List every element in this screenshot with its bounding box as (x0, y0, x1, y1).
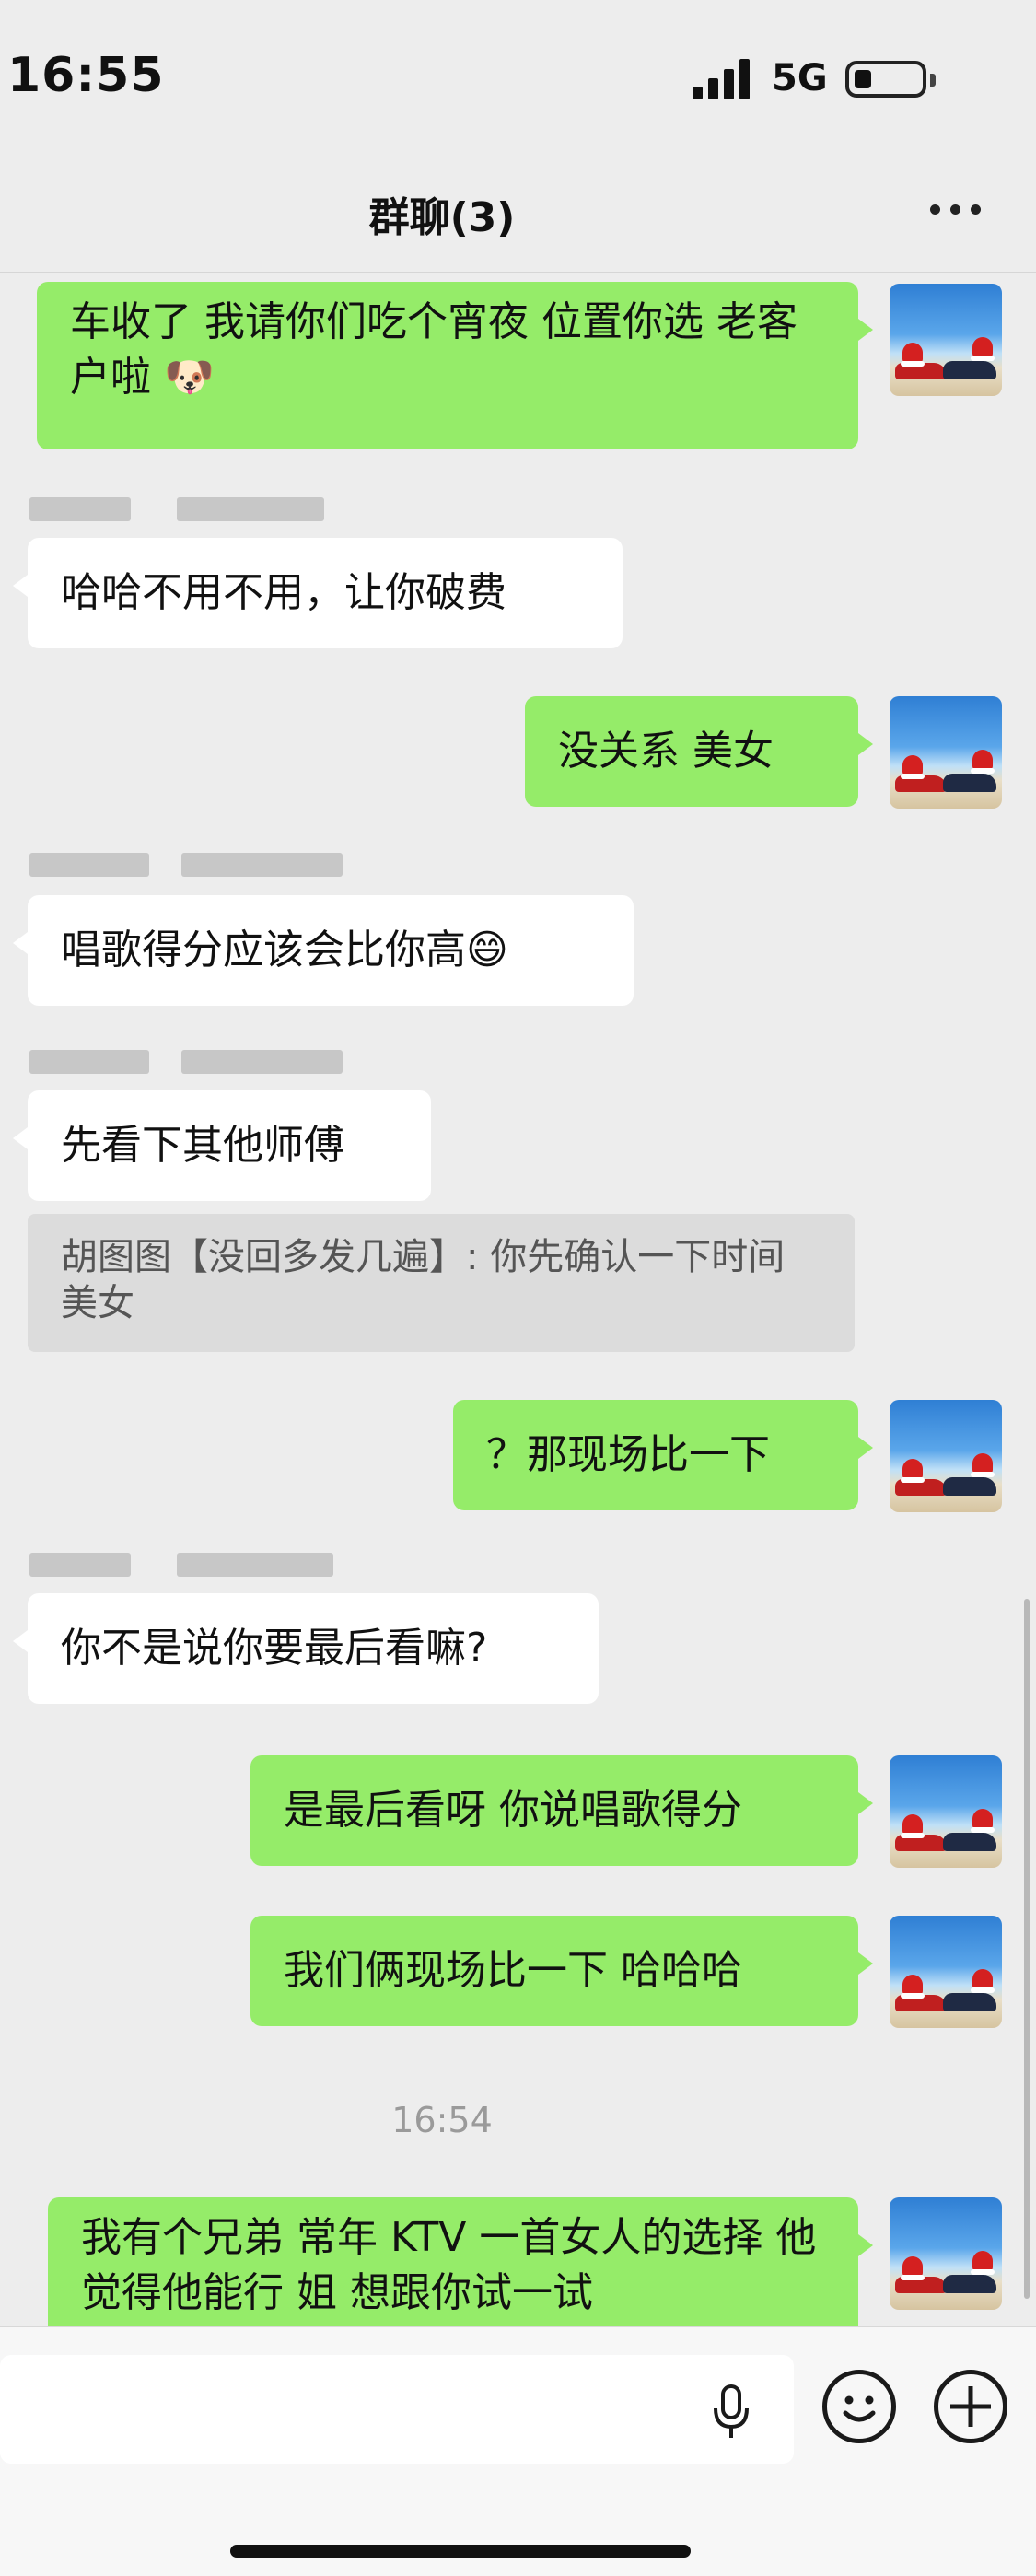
message-text: 唱歌得分应该会比你高😄 (61, 927, 508, 973)
message-bubble-incoming[interactable]: 先看下其他师傅 (13, 1090, 431, 1201)
sender-name-blurred (29, 490, 361, 529)
more-icon[interactable] (930, 204, 985, 223)
message-bubble-outgoing[interactable]: 车收了 我请你们吃个宵夜 位置你选 老客户啦 🐶 (37, 282, 873, 449)
quoted-message[interactable]: 胡图图【没回多发几遍】: 你先确认一下时间 美女 (28, 1214, 855, 1352)
microphone-icon[interactable] (709, 2384, 753, 2440)
message-text: 哈哈不用不用，让你破费 (61, 569, 506, 616)
chat-header: 群聊(3) (0, 157, 1036, 273)
my-avatar[interactable] (890, 1916, 1002, 2028)
message-bubble-incoming[interactable]: 哈哈不用不用，让你破费 (13, 538, 623, 648)
message-bubble-outgoing[interactable]: 没关系 美女 (525, 696, 873, 807)
plus-icon[interactable] (934, 2370, 1007, 2443)
message-bubble-outgoing[interactable]: 我有个兄弟 常年 KTV 一首女人的选择 他觉得他能行 姐 想跟你试一试 (48, 2197, 873, 2326)
message-text: 我有个兄弟 常年 KTV 一首女人的选择 他觉得他能行 姐 想跟你试一试 (81, 2214, 817, 2316)
message-text: 是最后看呀 你说唱歌得分 (284, 1787, 742, 1834)
message-bubble-incoming[interactable]: 你不是说你要最后看嘛? (13, 1593, 599, 1704)
message-text: ？那现场比一下 (486, 1431, 770, 1478)
message-bubble-incoming[interactable]: 唱歌得分应该会比你高😄 (13, 895, 634, 1006)
my-avatar[interactable] (890, 696, 1002, 809)
chat-title: 群聊(3) (368, 194, 516, 241)
message-bubble-outgoing[interactable]: 我们俩现场比一下 哈哈哈 (250, 1916, 873, 2026)
battery-icon (845, 61, 936, 98)
my-avatar[interactable] (890, 1400, 1002, 1512)
status-time: 16:55 (7, 48, 165, 103)
message-bubble-outgoing[interactable]: ？那现场比一下 (453, 1400, 873, 1510)
signal-icon (693, 59, 750, 99)
message-text: 车收了 我请你们吃个宵夜 位置你选 老客户啦 🐶 (70, 298, 797, 401)
message-text: 我们俩现场比一下 哈哈哈 (284, 1947, 742, 1994)
scrollbar[interactable] (1024, 1599, 1030, 2299)
home-indicator (230, 2545, 691, 2558)
message-input[interactable] (0, 2355, 794, 2464)
message-text: 你不是说你要最后看嘛? (61, 1625, 488, 1672)
status-bar: 16:55 5G (0, 0, 1036, 157)
message-timestamp: 16:54 (391, 2100, 493, 2140)
input-bar (0, 2326, 1036, 2576)
my-avatar[interactable] (890, 284, 1002, 396)
my-avatar[interactable] (890, 2197, 1002, 2310)
message-text: 先看下其他师傅 (61, 1122, 344, 1169)
emoji-icon[interactable] (822, 2370, 896, 2443)
my-avatar[interactable] (890, 1755, 1002, 1868)
network-type: 5G (772, 57, 828, 99)
message-bubble-outgoing[interactable]: 是最后看呀 你说唱歌得分 (250, 1755, 873, 1866)
chat-area[interactable]: 车收了 我请你们吃个宵夜 位置你选 老客户啦 🐶 哈哈不用不用，让你破费 没关系… (0, 273, 1036, 2326)
sender-name-blurred (29, 1545, 361, 1584)
sender-name-blurred (29, 1043, 361, 1081)
sender-name-blurred (29, 845, 361, 884)
message-text: 没关系 美女 (558, 728, 774, 775)
